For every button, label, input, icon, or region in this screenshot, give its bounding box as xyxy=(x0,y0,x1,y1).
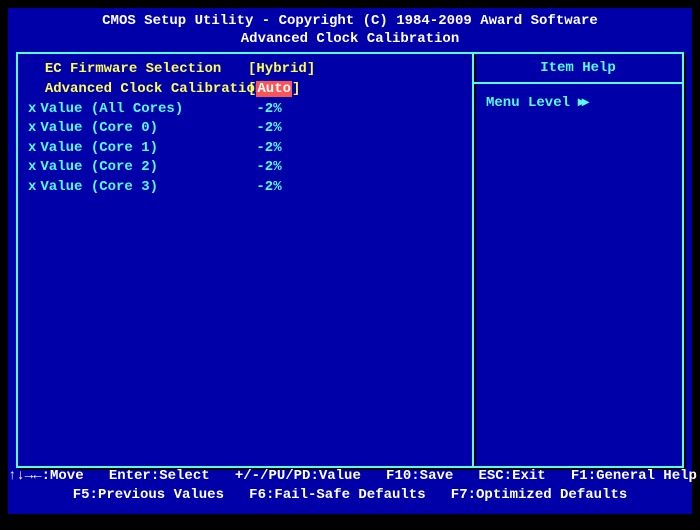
setting-ec-firmware[interactable]: x EC Firmware Selection [Hybrid] xyxy=(28,60,462,80)
main-area: x EC Firmware Selection [Hybrid] x Advan… xyxy=(16,52,684,468)
help-panel: Item Help Menu Level ▸▸ xyxy=(472,52,684,468)
setting-value: -2% xyxy=(256,140,281,156)
setting-core-3: xValue (Core 3) -2% xyxy=(28,178,462,198)
setting-label: Value (Core 3) xyxy=(40,179,158,195)
setting-value-selected: Auto xyxy=(256,81,292,97)
help-content: Menu Level ▸▸ xyxy=(474,84,682,121)
setting-core-0: xValue (Core 0) -2% xyxy=(28,119,462,139)
setting-value: -2% xyxy=(256,120,281,136)
footer-keys-row2: F5:Previous Values F6:Fail-Safe Defaults… xyxy=(8,486,692,506)
help-title: Item Help xyxy=(474,54,682,84)
setting-value: Hybrid xyxy=(256,61,306,77)
footer-keys-row1: ↑↓→←:Move Enter:Select +/-/PU/PD:Value F… xyxy=(8,467,692,487)
setting-label: Value (All Cores) xyxy=(40,101,183,117)
setting-label: Value (Core 0) xyxy=(40,120,158,136)
menu-level-arrows-icon: ▸▸ xyxy=(578,95,586,111)
bios-screen: CMOS Setup Utility - Copyright (C) 1984-… xyxy=(8,8,692,514)
setting-label: Value (Core 1) xyxy=(40,140,158,156)
header: CMOS Setup Utility - Copyright (C) 1984-… xyxy=(8,8,692,50)
setting-label: EC Firmware Selection xyxy=(45,61,221,77)
setting-label: Advanced Clock Calibration xyxy=(45,81,263,97)
setting-value: -2% xyxy=(256,101,281,117)
disabled-x-icon: x xyxy=(28,120,36,136)
setting-core-1: xValue (Core 1) -2% xyxy=(28,139,462,159)
setting-label: Value (Core 2) xyxy=(40,159,158,175)
settings-panel: x EC Firmware Selection [Hybrid] x Advan… xyxy=(16,52,474,468)
disabled-x-icon: x xyxy=(28,140,36,156)
footer: ↑↓→←:Move Enter:Select +/-/PU/PD:Value F… xyxy=(8,465,692,508)
setting-value: -2% xyxy=(256,179,281,195)
setting-all-cores: xValue (All Cores) -2% xyxy=(28,100,462,120)
disabled-x-icon: x xyxy=(28,159,36,175)
setting-acc[interactable]: x Advanced Clock Calibration [Auto] xyxy=(28,80,462,100)
header-subtitle: Advanced Clock Calibration xyxy=(8,30,692,48)
setting-core-2: xValue (Core 2) -2% xyxy=(28,158,462,178)
disabled-x-icon: x xyxy=(28,179,36,195)
setting-value: -2% xyxy=(256,159,281,175)
menu-level-label: Menu Level xyxy=(486,95,570,111)
header-title: CMOS Setup Utility - Copyright (C) 1984-… xyxy=(8,12,692,30)
disabled-x-icon: x xyxy=(28,101,36,117)
